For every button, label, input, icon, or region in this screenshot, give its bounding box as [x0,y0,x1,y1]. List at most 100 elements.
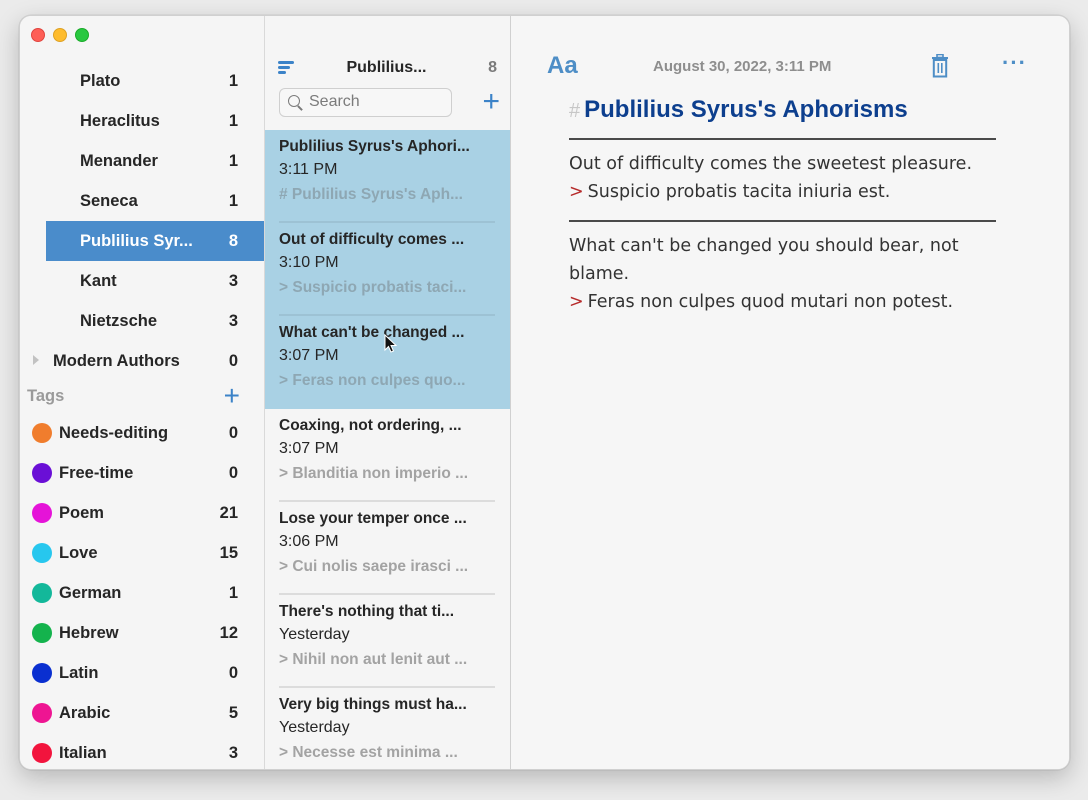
note-list-item[interactable]: Lose your temper once ... 3:06 PM > Cui … [265,502,510,595]
folder-count: 8 [228,231,238,250]
tag-item-latin[interactable]: Latin 0 [20,653,264,693]
tag-item-italian[interactable]: Italian 3 [20,733,264,769]
folder-count: 1 [228,151,238,170]
tag-label: Free-time [59,463,134,482]
tag-color-dot [32,703,52,723]
note-list-title: Publilius... [346,59,427,76]
tag-count: 12 [219,623,238,642]
folder-count: 1 [228,191,238,210]
tag-label: Italian [59,743,107,762]
search-row: Search + [279,87,500,117]
tag-color-dot [32,463,52,483]
note-title: Very big things must ha... [279,696,467,713]
sort-icon[interactable] [278,60,296,76]
folder-label: Kant [80,271,117,290]
tag-count: 1 [228,583,238,602]
tag-item-poem[interactable]: Poem 21 [20,493,264,533]
disclosure-triangle-icon[interactable] [33,355,39,365]
trash-icon[interactable] [931,53,949,78]
note-list-item[interactable]: What can't be changed ... 3:07 PM > Fera… [265,316,510,409]
folder-count: 1 [228,71,238,90]
note-time: Yesterday [279,626,350,643]
tag-item-german[interactable]: German 1 [20,573,264,613]
quote-text: Feras non culpes quod mutari non potest. [587,292,954,312]
zoom-button[interactable] [75,28,89,42]
folder-count: 1 [228,111,238,130]
tag-label: Arabic [59,703,111,722]
tag-color-dot [32,423,52,443]
folder-item-seneca[interactable]: Seneca 1 [20,181,264,221]
search-placeholder: Search [309,93,360,110]
blockquote: > Feras non culpes quod mutari non potest… [569,288,996,316]
folder-list: Plato 1 Heraclitus 1 Menander 1 Seneca 1… [20,61,264,381]
editor-pane: Aa August 30, 2022, 3:11 PM ··· # Publil… [512,16,1069,769]
tag-count: 15 [219,543,238,562]
tag-label: German [59,583,122,602]
note-list-item[interactable]: There's nothing that ti... Yesterday > N… [265,595,510,688]
tag-item-arabic[interactable]: Arabic 5 [20,693,264,733]
close-button[interactable] [31,28,45,42]
folder-item-plato[interactable]: Plato 1 [20,61,264,101]
editor-toolbar: Aa August 30, 2022, 3:11 PM ··· [547,52,1029,82]
note-title: There's nothing that ti... [279,603,455,620]
note-list-item[interactable]: Out of difficulty comes ... 3:10 PM > Su… [265,223,510,316]
tag-color-dot [32,583,52,603]
folder-item-kant[interactable]: Kant 3 [20,261,264,301]
folder-count: 0 [228,351,238,370]
tag-label: Needs-editing [59,423,169,442]
search-input[interactable]: Search [279,87,452,117]
tag-count: 3 [228,743,238,762]
note-time: 3:07 PM [279,440,339,457]
heading-mark: # [569,100,581,122]
more-options-icon[interactable]: ··· [1002,52,1027,74]
tag-label: Latin [59,663,99,682]
note-time: Yesterday [279,719,350,736]
folder-item-nietzsche[interactable]: Nietzsche 3 [20,301,264,341]
folder-item-menander[interactable]: Menander 1 [20,141,264,181]
folder-item-heraclitus[interactable]: Heraclitus 1 [20,101,264,141]
minimize-button[interactable] [53,28,67,42]
note-list-header: Publilius... 8 [278,56,497,80]
blockquote: > Suspicio probatis tacita iniuria est. [569,178,996,206]
sidebar: Plato 1 Heraclitus 1 Menander 1 Seneca 1… [20,16,265,769]
add-tag-button[interactable]: + [224,382,240,410]
note-list-count: 8 [488,59,497,76]
note-list-item[interactable]: Very big things must ha... Yesterday > N… [265,688,510,769]
note-preview: > Cui nolis saepe irasci ... [279,558,469,575]
note-list-item[interactable]: Publilius Syrus's Aphori... 3:11 PM # Pu… [265,130,510,223]
tag-item-needs-editing[interactable]: Needs-editing 0 [20,413,264,453]
folder-item-publilius-syrus[interactable]: Publilius Syr... 8 [46,221,264,261]
tag-item-hebrew[interactable]: Hebrew 12 [20,613,264,653]
note-preview: > Blanditia non imperio ... [279,465,469,482]
folder-group-modern-authors[interactable]: Modern Authors 0 [20,341,264,381]
search-icon [288,94,303,110]
tag-label: Hebrew [59,623,119,642]
tag-color-dot [32,623,52,643]
quote-mark: > [569,182,584,202]
tag-count: 5 [228,703,238,722]
note-preview: > Necesse est minima ... [279,744,458,761]
folder-count: 3 [228,271,238,290]
note-preview: # Publilius Syrus's Aph... [279,186,463,203]
note-date: August 30, 2022, 3:11 PM [653,58,832,75]
horizontal-rule [569,138,996,140]
note-list-item[interactable]: Coaxing, not ordering, ... 3:07 PM > Bla… [265,409,510,502]
note-time: 3:10 PM [279,254,339,271]
folder-label: Menander [80,151,158,170]
notes-list: Publilius Syrus's Aphori... 3:11 PM # Pu… [265,130,510,769]
quote-text: Suspicio probatis tacita iniuria est. [587,182,891,202]
tag-count: 0 [228,663,238,682]
note-content[interactable]: # Publilius Syrus's Aphorisms Out of dif… [569,96,996,316]
tags-header: Tags + [27,382,240,410]
tag-item-free-time[interactable]: Free-time 0 [20,453,264,493]
tag-item-love[interactable]: Love 15 [20,533,264,573]
tag-count: 21 [219,503,238,522]
new-note-button[interactable]: + [482,87,500,117]
quote-mark: > [569,292,584,312]
folder-label: Seneca [80,191,138,210]
text-format-button[interactable]: Aa [547,52,578,80]
tags-header-label: Tags [27,386,65,405]
folder-label: Plato [80,71,121,90]
note-preview: > Feras non culpes quo... [279,372,466,389]
tag-label: Poem [59,503,104,522]
